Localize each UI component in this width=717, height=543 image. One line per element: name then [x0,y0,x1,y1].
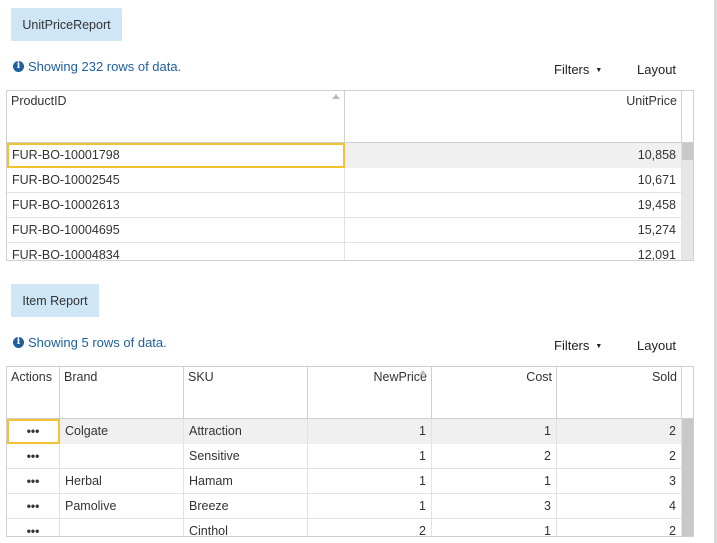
row-count-info: i Showing 5 rows of data. [13,333,167,351]
column-header-productid[interactable]: ProductID [7,91,345,142]
layout-label: Layout [637,338,677,353]
filters-button[interactable]: Filters ▼ [554,338,602,353]
table-row[interactable]: FUR-BO-10004695 15,274 [7,218,682,243]
cell-brand[interactable]: Colgate [60,419,184,444]
cell-productid[interactable]: FUR-BO-10004834 [7,243,345,260]
cell-newprice[interactable]: 1 [308,444,432,469]
vertical-scrollbar[interactable] [682,419,693,536]
row-count-info: i Showing 232 rows of data. [13,57,181,75]
cell-unitprice[interactable]: 15,274 [345,218,682,243]
cell-newprice[interactable]: 1 [308,469,432,494]
cell-sold[interactable]: 2 [557,444,682,469]
table-row[interactable]: ••• Herbal Hamam 1 1 3 [7,469,682,494]
table-row[interactable]: ••• Sensitive 1 2 2 [7,444,682,469]
table-row[interactable]: ••• Pamolive Breeze 1 3 4 [7,494,682,519]
more-dots-icon[interactable]: ••• [7,494,60,519]
cell-brand[interactable] [60,444,184,469]
caret-down-icon: ▼ [595,67,603,74]
column-header-label: Brand [64,370,98,384]
cell-brand[interactable]: Pamolive [60,494,184,519]
cell-productid[interactable]: FUR-BO-10004695 [7,218,345,243]
table-row[interactable]: ••• Colgate Attraction 1 1 2 [7,419,682,444]
row-count-text: Showing 232 rows of data. [28,58,182,74]
table-row[interactable]: FUR-BO-10002613 19,458 [7,193,682,218]
more-dots-icon[interactable]: ••• [7,469,60,494]
caret-down-icon: ▼ [595,343,603,350]
cell-sold[interactable]: 4 [557,494,682,519]
cell-productid[interactable]: FUR-BO-10001798 [7,143,345,168]
layout-label: Layout [637,62,677,77]
cell-cost[interactable]: 1 [432,419,557,444]
table-row[interactable]: ••• Cinthol 2 1 2 [7,519,682,536]
tab-item-report[interactable]: Item Report [11,284,99,317]
table-row[interactable]: FUR-BO-10004834 12,091 [7,243,682,260]
cell-cost[interactable]: 1 [432,519,557,536]
sort-arrow-icon[interactable] [332,94,340,99]
info-circle-icon: i [13,60,24,72]
table-row[interactable]: FUR-BO-10002545 10,671 [7,168,682,193]
cell-sku[interactable]: Cinthol [184,519,308,536]
column-header-sku[interactable]: SKU [184,367,308,418]
sort-arrow-icon[interactable] [419,370,427,375]
item-grid: Actions Brand SKU NewPrice Cost Sold •••… [6,366,694,537]
layout-button[interactable]: Layout [637,338,676,353]
column-header-label: ProductID [11,94,67,108]
table-row[interactable]: FUR-BO-10001798 10,858 [7,143,682,168]
cell-productid[interactable]: FUR-BO-10002613 [7,193,345,218]
cell-cost[interactable]: 1 [432,469,557,494]
filters-label: Filters [554,338,590,353]
cell-sku[interactable]: Breeze [184,494,308,519]
column-header-actions[interactable]: Actions [7,367,60,418]
cell-unitprice[interactable]: 19,458 [345,193,682,218]
column-header-brand[interactable]: Brand [60,367,184,418]
tab-label: UnitPriceReport [22,17,111,32]
column-header-label: Sold [651,370,677,384]
cell-sold[interactable]: 3 [557,469,682,494]
cell-sku[interactable]: Hamam [184,469,308,494]
cell-cost[interactable]: 2 [432,444,557,469]
more-dots-icon[interactable]: ••• [7,419,60,444]
cell-unitprice[interactable]: 10,671 [345,168,682,193]
column-header-label: Cost [526,370,552,384]
cell-newprice[interactable]: 1 [308,494,432,519]
cell-sku[interactable]: Attraction [184,419,308,444]
cell-sold[interactable]: 2 [557,519,682,536]
vertical-scrollbar[interactable] [682,143,693,260]
column-header-cost[interactable]: Cost [432,367,557,418]
cell-brand[interactable]: Herbal [60,469,184,494]
column-header-unitprice[interactable]: UnitPrice [345,91,682,142]
column-header-label: SKU [188,370,214,384]
filters-button[interactable]: Filters ▼ [554,62,602,77]
tab-label: Item Report [22,293,88,308]
layout-button[interactable]: Layout [637,62,676,77]
column-header-label: Actions [11,370,52,384]
cell-productid[interactable]: FUR-BO-10002545 [7,168,345,193]
more-dots-icon[interactable]: ••• [7,519,60,536]
row-count-text: Showing 5 rows of data. [28,334,167,350]
column-header-sold[interactable]: Sold [557,367,682,418]
cell-cost[interactable]: 3 [432,494,557,519]
cell-brand[interactable] [60,519,184,536]
cell-sku[interactable]: Sensitive [184,444,308,469]
scrollbar-thumb[interactable] [682,143,693,160]
scrollbar-thumb[interactable] [682,419,693,536]
cell-newprice[interactable]: 1 [308,419,432,444]
filters-label: Filters [554,62,590,77]
info-circle-icon: i [13,336,24,348]
cell-unitprice[interactable]: 12,091 [345,243,682,260]
column-header-newprice[interactable]: NewPrice [308,367,432,418]
grid-header: Actions Brand SKU NewPrice Cost Sold [7,367,693,419]
cell-newprice[interactable]: 2 [308,519,432,536]
tab-unitprice-report[interactable]: UnitPriceReport [11,8,122,41]
cell-unitprice[interactable]: 10,858 [345,143,682,168]
grid-header: ProductID UnitPrice [7,91,693,143]
column-header-label: UnitPrice [626,94,677,108]
unitprice-grid: ProductID UnitPrice FUR-BO-10001798 10,8… [6,90,694,261]
more-dots-icon[interactable]: ••• [7,444,60,469]
cell-sold[interactable]: 2 [557,419,682,444]
